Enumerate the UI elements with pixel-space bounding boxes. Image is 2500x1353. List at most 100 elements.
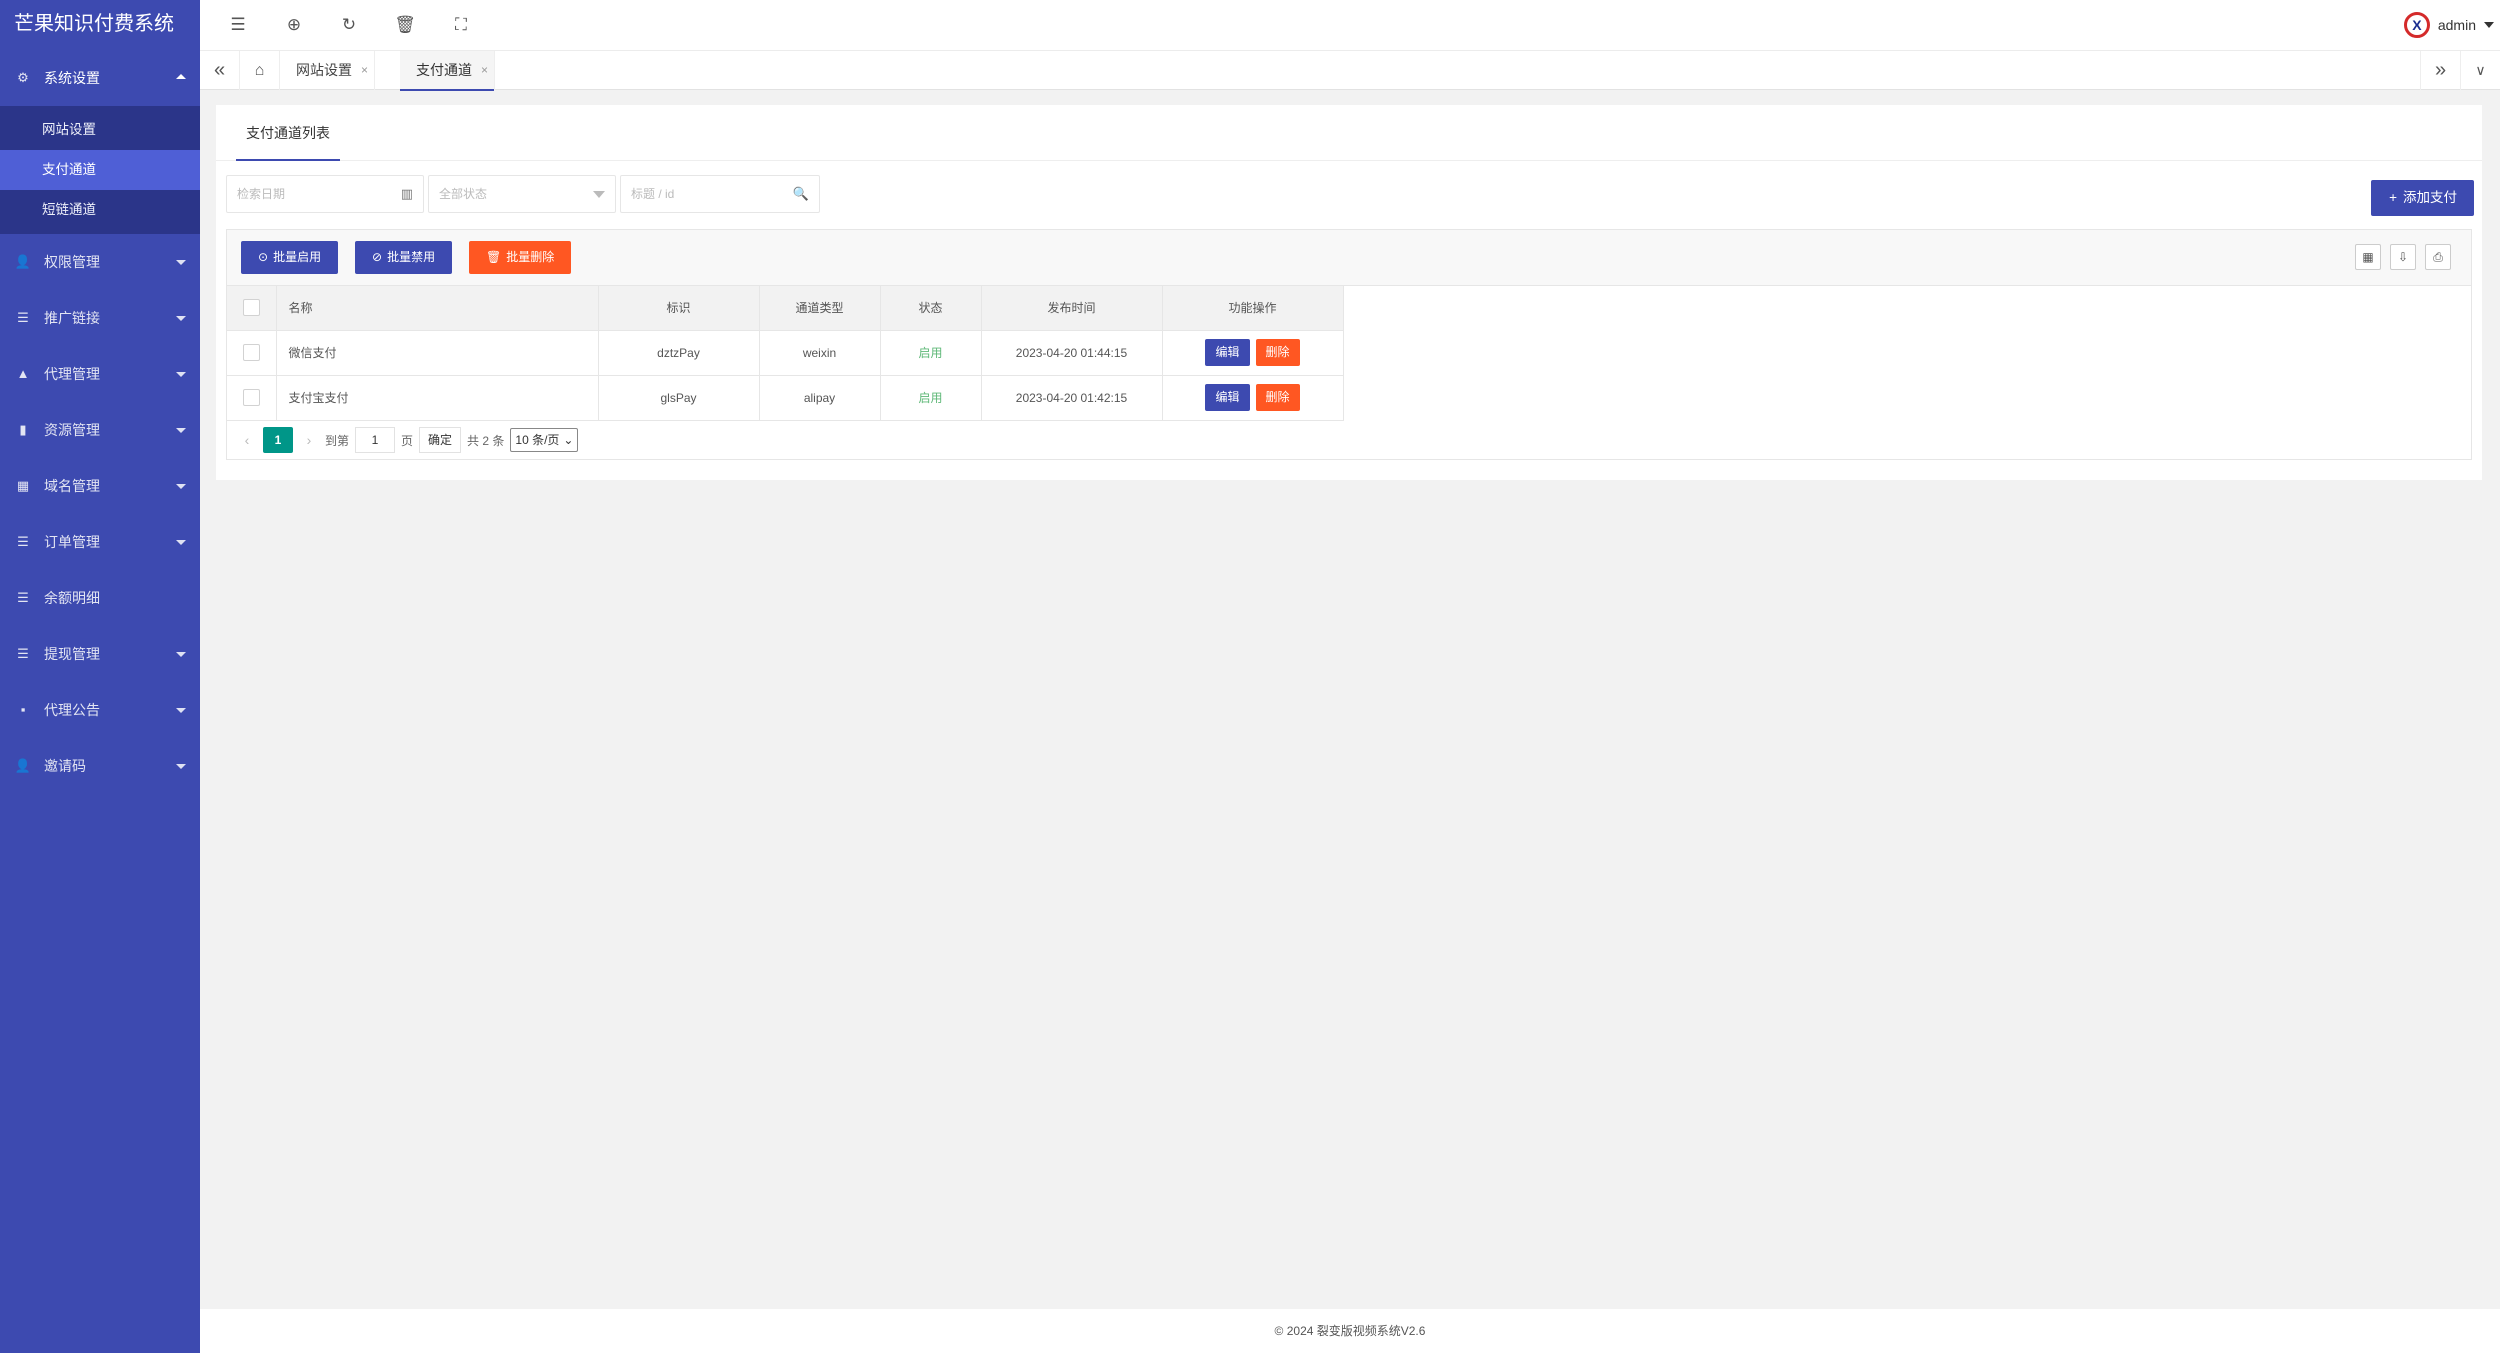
row-checkbox[interactable]: [242, 389, 260, 406]
chevron-down-icon[interactable]: ∨: [2460, 51, 2500, 90]
select-all-cell: [227, 286, 277, 331]
row-select-cell: [227, 375, 277, 421]
menu-invite-codes[interactable]: 👤 邀请码: [0, 738, 200, 794]
tab-payment-channels[interactable]: 支付通道 ×: [400, 51, 495, 91]
prev-page-icon[interactable]: ‹: [237, 432, 257, 448]
menu-label: 邀请码: [44, 758, 86, 774]
current-page[interactable]: 1: [263, 427, 293, 453]
payment-table: 名称 标识 通道类型 状态 发布时间 功能操作 微信支付 dztzPay wei…: [227, 286, 1344, 421]
scroll-right-icon[interactable]: »: [2420, 51, 2460, 90]
chevron-down-icon: [593, 191, 605, 198]
chevron-down-icon: [2484, 22, 2494, 28]
menu-label: 资源管理: [44, 422, 100, 438]
menu-permissions[interactable]: 👤 权限管理: [0, 234, 200, 290]
add-payment-button[interactable]: + 添加支付: [2371, 180, 2474, 216]
col-type[interactable]: 通道类型: [759, 286, 881, 331]
col-actions[interactable]: 功能操作: [1162, 286, 1344, 331]
ban-icon: ⊘: [372, 250, 383, 264]
menu-toggle-icon[interactable]: ☰: [218, 0, 258, 50]
next-page-icon[interactable]: ›: [299, 432, 319, 448]
home-icon[interactable]: ⌂: [240, 51, 280, 90]
edit-button[interactable]: 编辑: [1205, 339, 1250, 366]
search-icon[interactable]: 🔍: [793, 176, 809, 212]
user-name: admin: [2437, 17, 2476, 33]
goto-confirm-button[interactable]: 确定: [419, 427, 462, 453]
tab-bar: « ⌂ 网站设置 × 支付通道 × » ∨: [200, 50, 2500, 91]
scroll-left-icon[interactable]: «: [200, 51, 240, 90]
row-checkbox[interactable]: [242, 344, 260, 361]
fullscreen-icon[interactable]: ⛶: [441, 0, 481, 50]
tab-label: 支付通道: [416, 62, 472, 78]
keyword-search-placeholder: 标题 / id: [631, 187, 675, 201]
menu-system-settings[interactable]: ⚙ 系统设置: [0, 50, 200, 106]
menu-domains[interactable]: ▦ 域名管理: [0, 458, 200, 514]
export-icon[interactable]: ⇩: [2390, 244, 2416, 270]
columns-filter-icon[interactable]: ▦: [2355, 244, 2381, 270]
menu-promo-links[interactable]: ☰ 推广链接: [0, 290, 200, 346]
user-menu[interactable]: X admin: [2403, 0, 2494, 50]
globe-icon[interactable]: ⊕: [274, 0, 314, 50]
close-icon[interactable]: ×: [361, 51, 368, 90]
print-icon[interactable]: ⎙: [2425, 244, 2451, 270]
status-filter-select[interactable]: 全部状态: [428, 175, 616, 213]
col-status[interactable]: 状态: [880, 286, 982, 331]
cell-type: weixin: [759, 330, 881, 376]
gear-icon: ⚙: [17, 70, 29, 85]
sidebar-item-shortlink-channels[interactable]: 短链通道: [0, 190, 200, 230]
calendar-icon: ▥: [400, 186, 413, 201]
cell-time: 2023-04-20 01:44:15: [981, 330, 1163, 376]
tab-label: 网站设置: [296, 62, 352, 78]
menu-label: 订单管理: [44, 534, 100, 550]
menu-label: 域名管理: [44, 478, 100, 494]
chevron-down-icon: [176, 316, 186, 321]
chevron-down-icon: [176, 764, 186, 769]
page-size-select[interactable]: 10 条/页 ⌄: [510, 428, 579, 452]
menu-resources[interactable]: ▮ 资源管理: [0, 402, 200, 458]
users-icon: 👤: [14, 758, 32, 773]
page-number-input[interactable]: 1: [355, 427, 396, 453]
col-code[interactable]: 标识: [598, 286, 760, 331]
chevron-down-icon: [176, 540, 186, 545]
menu-balance[interactable]: ☰ 余额明细: [0, 570, 200, 626]
batch-enable-label: 批量启用: [273, 250, 322, 264]
menu-label: 系统设置: [44, 70, 100, 86]
add-payment-label: 添加支付: [2403, 190, 2457, 205]
batch-enable-button[interactable]: ⊙ 批量启用: [241, 241, 339, 274]
delete-button[interactable]: 删除: [1255, 384, 1300, 411]
chevron-down-icon: ⌄: [563, 433, 574, 447]
sidebar-item-site-settings[interactable]: 网站设置: [0, 110, 200, 150]
col-time[interactable]: 发布时间: [981, 286, 1163, 331]
menu-agents[interactable]: ▲ 代理管理: [0, 346, 200, 402]
delete-button[interactable]: 删除: [1255, 339, 1300, 366]
chevron-down-icon: [176, 428, 186, 433]
plus-icon: +: [2389, 190, 2397, 205]
avatar: X: [2403, 12, 2430, 38]
top-header: ☰ ⊕ ↻ 🗑 ⛶ X admin: [200, 0, 2500, 50]
menu-label: 权限管理: [44, 254, 100, 270]
batch-delete-button[interactable]: 🗑 批量删除: [469, 241, 572, 274]
menu-agent-notices[interactable]: ▪ 代理公告: [0, 682, 200, 738]
batch-disable-label: 批量禁用: [387, 250, 436, 264]
tab-site-settings[interactable]: 网站设置 ×: [280, 51, 375, 90]
table-row: 支付宝支付 glsPay alipay 启用 2023-04-20 01:42:…: [227, 375, 1344, 421]
tab-payment-channel-list[interactable]: 支付通道列表: [236, 105, 340, 161]
book-icon: ▮: [19, 422, 27, 437]
col-name[interactable]: 名称: [276, 286, 599, 331]
sidebar-item-payment-channels[interactable]: 支付通道: [0, 150, 200, 190]
menu-label: 代理管理: [44, 366, 100, 382]
menu-orders[interactable]: ☰ 订单管理: [0, 514, 200, 570]
trash-icon[interactable]: 🗑: [385, 0, 425, 50]
menu-withdrawals[interactable]: ☰ 提现管理: [0, 626, 200, 682]
date-filter-input[interactable]: 检索日期 ▥: [226, 175, 424, 213]
cell-code: glsPay: [598, 375, 760, 421]
close-icon[interactable]: ×: [481, 51, 488, 90]
edit-button[interactable]: 编辑: [1205, 384, 1250, 411]
keyword-search-input[interactable]: 标题 / id 🔍: [620, 175, 820, 213]
play-circle-icon: ⊙: [258, 250, 269, 264]
content-card: 支付通道列表 检索日期 ▥ 全部状态 标题 / id 🔍 + 添加支付 ⊙ 批量…: [216, 105, 2482, 480]
select-all-checkbox[interactable]: [242, 299, 260, 317]
pagination: ‹ 1 › 到第 1 页 确定 共 2 条 10 条/页 ⌄: [227, 421, 579, 459]
cell-status: 启用: [880, 375, 982, 421]
batch-disable-button[interactable]: ⊘ 批量禁用: [355, 241, 453, 274]
refresh-icon[interactable]: ↻: [329, 0, 369, 50]
